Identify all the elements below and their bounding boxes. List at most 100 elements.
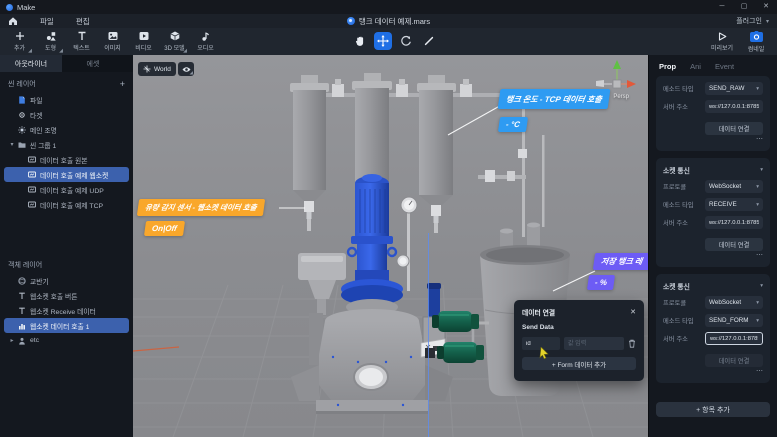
menu-edit[interactable]: 편집 xyxy=(76,16,90,27)
expander-right-icon[interactable]: ▸ xyxy=(8,337,16,344)
add-button[interactable]: 추가 ◢ xyxy=(4,28,35,55)
data-node-icon xyxy=(28,201,36,209)
chevron-down-icon: ▾ xyxy=(756,300,759,306)
window-controls: ─ ▢ ✕ xyxy=(711,0,777,14)
more-options-button[interactable]: ⋯ xyxy=(663,253,763,261)
data-node-icon xyxy=(28,186,36,194)
mouse-cursor xyxy=(539,347,549,359)
more-options-button[interactable]: ⋯ xyxy=(663,369,763,377)
tree-item-etc[interactable]: ▸ etc xyxy=(4,333,129,348)
tree-item-data-websocket[interactable]: 데이터 호출 예제 웹소켓 xyxy=(4,167,129,182)
tab-ani[interactable]: Ani xyxy=(690,62,701,71)
server-address-input[interactable] xyxy=(705,332,763,345)
annotation-flow-sensor[interactable]: 유량 감지 센서 - 웹소켓 데이터 호출 xyxy=(137,199,265,216)
server-address-input[interactable] xyxy=(705,216,763,229)
data-connect-button[interactable]: 데이터 연결 xyxy=(705,354,763,367)
move-tool-button[interactable] xyxy=(374,32,392,50)
file-icon xyxy=(18,96,26,104)
menu-file[interactable]: 파일 xyxy=(40,16,54,27)
method-type-select[interactable]: SEND_FORM ▾ xyxy=(705,314,763,327)
audio-button[interactable]: 오디오 xyxy=(190,28,221,55)
pan-tool-button[interactable] xyxy=(351,32,369,50)
server-address-label: 서버 주소 xyxy=(663,334,705,343)
method-type-label: 메소드 타입 xyxy=(663,316,705,325)
visibility-button[interactable]: ◢ xyxy=(178,62,194,76)
socket-section-header[interactable]: 소켓 통신 ▾ xyxy=(663,164,763,175)
home-button[interactable] xyxy=(8,16,18,26)
tree-item-data-origin[interactable]: 데이터 호출 원본 xyxy=(4,152,129,167)
method-type-select[interactable]: RECEIVE ▾ xyxy=(705,198,763,211)
tree-item-data-udp[interactable]: 데이터 호출 예제 UDP xyxy=(4,182,129,197)
annotation-storage-tank-value[interactable]: - % xyxy=(587,275,615,290)
protocol-select[interactable]: WebSocket ▾ xyxy=(705,296,763,309)
trash-icon[interactable] xyxy=(628,339,636,348)
tree-item-websocket-receive-data[interactable]: 웹소켓 Receive 데이터 xyxy=(4,303,129,318)
data-connect-button[interactable]: 데이터 연결 xyxy=(705,122,763,135)
data-node-icon xyxy=(28,171,36,179)
annotation-tank-temperature-value[interactable]: - °C xyxy=(498,117,528,132)
socket-section-header[interactable]: 소켓 통신 ▾ xyxy=(663,280,763,291)
expander-down-icon[interactable]: ▾ xyxy=(8,141,16,148)
tree-item-agitator[interactable]: 교반기 xyxy=(4,273,129,288)
close-button[interactable]: ✕ xyxy=(755,0,777,14)
rotate-tool-button[interactable] xyxy=(397,32,415,50)
chart-icon xyxy=(18,322,26,330)
tree-item-scene-group[interactable]: ▾ 씬 그룹 1 xyxy=(4,137,129,152)
image-button[interactable]: 이미지 xyxy=(97,28,128,55)
light-icon xyxy=(18,126,26,134)
tab-prop[interactable]: Prop xyxy=(659,62,676,71)
plugin-menu[interactable]: 플러그인 ▾ xyxy=(736,16,769,26)
tree-item-data-tcp[interactable]: 데이터 호출 예제 TCP xyxy=(4,197,129,212)
world-space-button[interactable]: World xyxy=(138,62,176,76)
outliner-sidebar: 아웃라이너 에셋 씬 레이어 + 파일 타겟 메인 조명 xyxy=(0,55,133,437)
pen-tool-button[interactable] xyxy=(420,32,438,50)
method-type-select[interactable]: SEND_RAW ▾ xyxy=(705,82,763,95)
video-button[interactable]: 비디오 xyxy=(128,28,159,55)
mesh-icon xyxy=(18,277,26,285)
model-3d-button[interactable]: 3D 모델 ◢ xyxy=(159,28,190,55)
tab-outliner[interactable]: 아웃라이너 xyxy=(0,55,62,72)
tree-item-websocket-call-button[interactable]: 웹소켓 호출 버튼 xyxy=(4,288,129,303)
plus-icon xyxy=(15,31,25,41)
add-layer-button[interactable]: + xyxy=(120,80,125,88)
protocol-select[interactable]: WebSocket ▾ xyxy=(705,180,763,193)
tree-item-target[interactable]: 타겟 xyxy=(4,107,129,122)
form-value-input[interactable] xyxy=(564,337,624,350)
minimize-button[interactable]: ─ xyxy=(711,0,733,14)
dialog-close-button[interactable]: ✕ xyxy=(630,309,636,316)
add-item-button[interactable]: + 항목 추가 xyxy=(656,402,770,417)
make-app-window: Make ─ ▢ ✕ 파일 편집 탱크 데이터 예제.mars 플러그인 ▾ xyxy=(0,0,777,437)
target-icon xyxy=(18,111,26,119)
camera-icon xyxy=(750,31,763,42)
chevron-down-icon: ▾ xyxy=(760,167,763,173)
annotation-storage-tank[interactable]: 저장 탱크 레 xyxy=(593,253,648,270)
tab-assets[interactable]: 에셋 xyxy=(62,55,124,72)
method-type-label: 메소드 타입 xyxy=(663,200,705,209)
maximize-button[interactable]: ▢ xyxy=(733,0,755,14)
annotation-tank-temperature[interactable]: 탱크 온도 - TCP 데이터 호출 xyxy=(498,89,611,109)
caret-icon: ◢ xyxy=(190,70,193,76)
data-connect-button[interactable]: 데이터 연결 xyxy=(705,238,763,251)
preview-button[interactable]: 미리보기 xyxy=(705,28,739,55)
data-connect-dialog: 데이터 연결 ✕ Send Data + Form 데이터 추가 xyxy=(514,300,644,381)
method-type-label: 메소드 타입 xyxy=(663,84,705,93)
text-object-icon xyxy=(18,307,26,315)
annotation-flow-sensor-value[interactable]: On|Off xyxy=(144,221,185,236)
rotate-icon xyxy=(400,35,412,47)
app-title: Make xyxy=(17,3,35,12)
text-button[interactable]: 텍스트 xyxy=(66,28,97,55)
viewport-3d[interactable]: World ◢ Persp 탱크 온도 - TCP 데이터 호출 - °C xyxy=(133,55,648,437)
folder-icon xyxy=(18,141,26,149)
tree-item-file[interactable]: 파일 xyxy=(4,92,129,107)
tab-event[interactable]: Event xyxy=(715,62,734,71)
tree-item-websocket-data-call[interactable]: 웹소켓 데이터 호출 1 xyxy=(4,318,129,333)
pen-icon xyxy=(423,35,435,47)
server-address-input[interactable] xyxy=(705,100,763,113)
dialog-title: 데이터 연결 xyxy=(522,307,555,317)
thumbnail-button[interactable]: 썸네일 xyxy=(739,28,773,55)
hand-icon xyxy=(354,35,366,47)
projection-label[interactable]: Persp xyxy=(613,94,629,100)
tree-item-main-light[interactable]: 메인 조명 xyxy=(4,122,129,137)
shape-button[interactable]: 도형 ◢ xyxy=(35,28,66,55)
more-options-button[interactable]: ⋯ xyxy=(663,137,763,145)
